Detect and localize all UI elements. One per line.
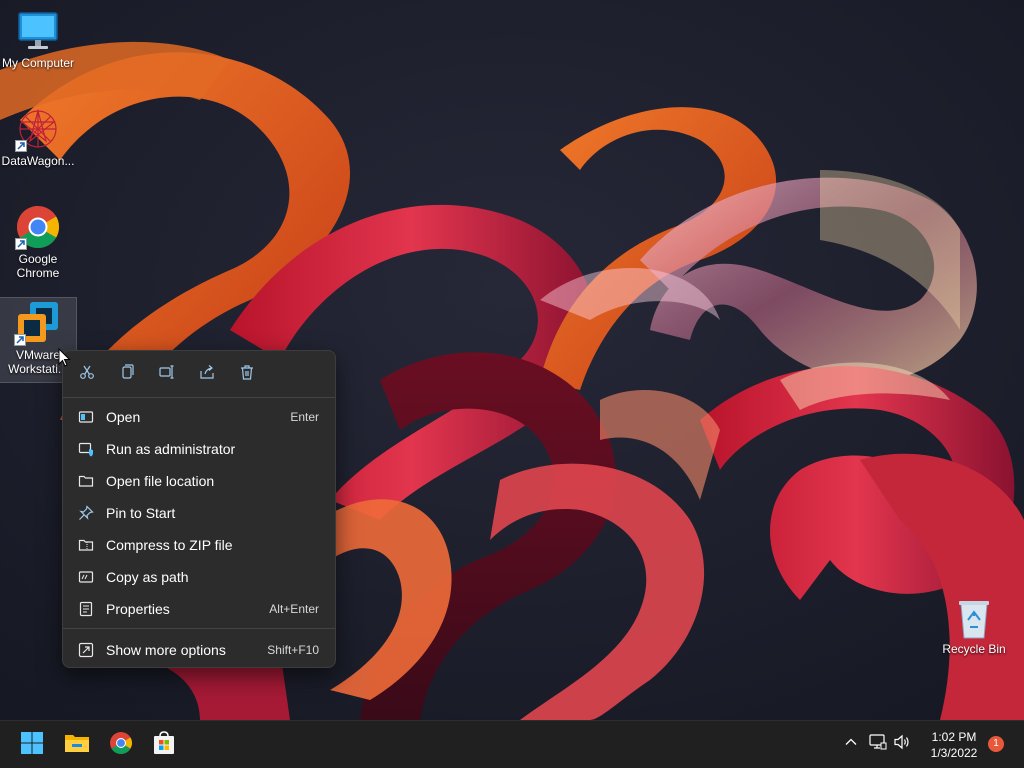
cut-button[interactable] (74, 361, 100, 387)
chrome-icon (109, 731, 133, 760)
chrome-icon (15, 204, 61, 250)
delete-button[interactable] (234, 361, 260, 387)
start-button[interactable] (14, 727, 50, 763)
scissors-icon (79, 364, 95, 385)
share-button[interactable] (194, 361, 220, 387)
zip-folder-icon (77, 536, 95, 554)
taskbar: 1:02 PM 1/3/2022 1 (0, 720, 1024, 768)
mouse-cursor-icon (58, 348, 71, 367)
menu-item-compress-to-zip[interactable]: Compress to ZIP file (67, 530, 331, 560)
menu-divider (63, 397, 335, 398)
volume-button[interactable] (891, 733, 913, 755)
properties-icon (77, 600, 95, 618)
menu-item-open[interactable]: Open Enter (67, 402, 331, 432)
menu-item-show-more-options[interactable]: Show more options Shift+F10 (67, 635, 331, 665)
menu-item-label: Open file location (106, 473, 215, 489)
network-button[interactable] (867, 733, 889, 755)
menu-item-shortcut: Shift+F10 (267, 643, 319, 657)
shortcut-arrow-icon (15, 238, 27, 250)
path-icon (77, 568, 95, 586)
menu-item-shortcut: Alt+Enter (269, 602, 319, 616)
taskbar-clock[interactable]: 1:02 PM 1/3/2022 (920, 729, 988, 761)
menu-item-label: Copy as path (106, 569, 189, 585)
share-icon (199, 364, 215, 385)
chevron-up-icon (844, 735, 858, 754)
store-icon (152, 730, 176, 760)
trash-icon (239, 364, 255, 385)
taskbar-chrome[interactable] (103, 727, 139, 763)
copy-button[interactable] (114, 361, 140, 387)
more-options-icon (77, 641, 95, 659)
taskbar-microsoft-store[interactable] (146, 727, 182, 763)
folder-icon (77, 472, 95, 490)
desktop-icon-label: My Computer (1, 56, 75, 70)
recycle-bin-icon (953, 598, 995, 640)
desktop-icon-label: Recycle Bin (942, 642, 1006, 656)
menu-item-label: Show more options (106, 642, 226, 658)
desktop-icon-my-computer[interactable]: My Computer (0, 10, 76, 70)
menu-item-copy-as-path[interactable]: Copy as path (67, 562, 331, 592)
desktop-icon-label: Google Chrome (16, 252, 60, 280)
menu-item-run-as-administrator[interactable]: Run as administrator (67, 434, 331, 464)
show-hidden-icons-button[interactable] (840, 733, 862, 755)
network-icon (869, 733, 887, 755)
vmware-icon (14, 298, 62, 346)
desktop-icon-google-chrome[interactable]: Google Chrome (0, 204, 76, 280)
menu-item-label: Pin to Start (106, 505, 176, 521)
shortcut-arrow-icon (15, 140, 27, 152)
pin-icon (77, 504, 95, 522)
menu-item-properties[interactable]: Properties Alt+Enter (67, 594, 331, 624)
monitor-icon (16, 10, 60, 54)
notification-badge[interactable]: 1 (988, 736, 1004, 752)
menu-item-label: Run as administrator (106, 441, 236, 457)
menu-divider (63, 628, 335, 629)
menu-item-label: Compress to ZIP file (106, 537, 233, 553)
file-explorer-icon (64, 732, 90, 759)
rename-button[interactable] (154, 361, 180, 387)
menu-item-shortcut: Enter (290, 410, 319, 424)
menu-item-label: Properties (106, 601, 170, 617)
desktop-icon-datawagon[interactable]: DataWagon... (0, 106, 76, 168)
shortcut-arrow-icon (14, 334, 26, 346)
menu-item-open-file-location[interactable]: Open file location (67, 466, 331, 496)
start-icon (21, 731, 43, 759)
datawagon-icon (15, 106, 61, 152)
rename-icon (159, 364, 175, 385)
desktop-icon-recycle-bin[interactable]: Recycle Bin (936, 598, 1012, 656)
menu-item-label: Open (106, 409, 141, 425)
volume-icon (893, 734, 911, 755)
context-menu-toolbar (63, 351, 335, 397)
menu-item-pin-to-start[interactable]: Pin to Start (67, 498, 331, 528)
clock-date: 1/3/2022 (930, 746, 978, 760)
shield-icon (77, 440, 95, 458)
context-menu: Open Enter Run as administrator Open fil… (62, 350, 336, 668)
desktop-icon-label: DataWagon... (1, 154, 75, 168)
copy-icon (119, 363, 135, 385)
clock-time: 1:02 PM (931, 730, 977, 744)
open-icon (77, 408, 95, 426)
taskbar-file-explorer[interactable] (59, 727, 95, 763)
